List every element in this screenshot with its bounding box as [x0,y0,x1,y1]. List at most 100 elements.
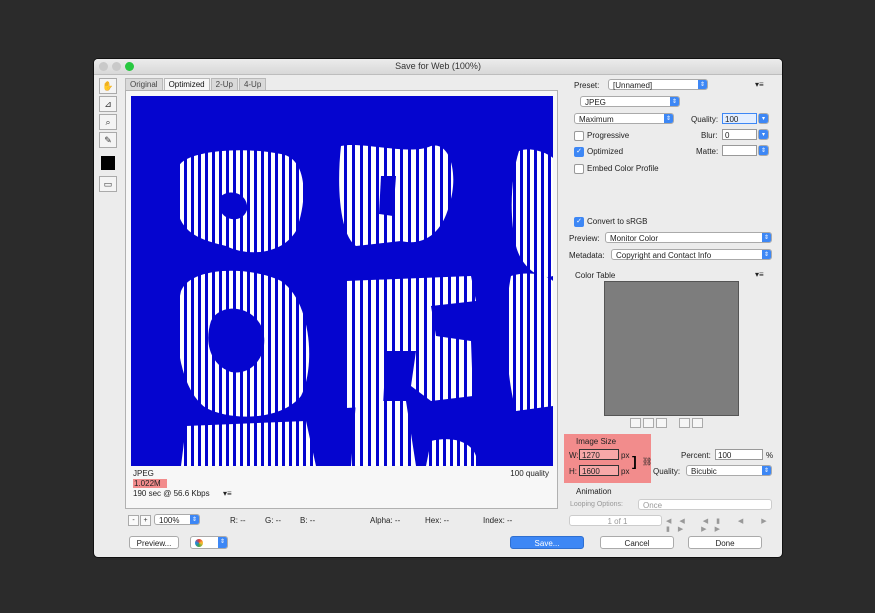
info-download-time: 190 sec @ 56.6 Kbps [133,489,210,498]
frame-counter: 1 of 1 [569,515,662,526]
format-value: JPEG [585,98,606,107]
web-snap-icon[interactable] [656,418,667,428]
progressive-label: Progressive [587,131,630,140]
preset-label: Preset: [574,81,600,90]
hand-tool-icon[interactable]: ✋ [99,78,117,94]
chevron-updown-icon: ⇕ [762,233,771,242]
save-button[interactable]: Save... [510,536,584,549]
constrain-proportions-bracket-icon: ] [632,453,637,469]
lock-color-icon[interactable] [643,418,654,428]
chevron-down-icon: ⇕ [759,146,768,155]
resample-quality-label: Quality: [653,467,681,476]
image-size-title: Image Size [576,437,617,446]
map-color-icon[interactable] [630,418,641,428]
eyedropper-tool-icon[interactable]: ✎ [99,132,117,148]
embed-color-profile-checkbox[interactable] [574,164,584,174]
chevron-updown-icon: ⇕ [218,537,227,548]
chevron-down-icon: ▾ [759,130,768,139]
zoom-out-icon[interactable]: - [128,515,139,526]
matte-color-field[interactable] [722,145,757,156]
index-readout: Index: -- [483,516,513,525]
status-bar: - + 100% ⇕ R: -- G: -- B: -- Alpha: -- He… [125,514,565,528]
browser-preview-select[interactable]: ⇕ [190,536,228,549]
convert-srgb-label: Convert to sRGB [587,217,648,226]
cancel-button[interactable]: Cancel [600,536,674,549]
zoom-level-value: 100% [159,516,180,525]
zoom-in-icon[interactable]: + [140,515,151,526]
width-unit: px [621,451,630,460]
tab-4-up[interactable]: 4-Up [238,78,267,90]
chevron-updown-icon: ⇕ [670,97,679,106]
animation-controls[interactable]: ◀◀ ◀▮ ◀ ▶ ▮▶ ▶▶ [666,517,782,533]
width-label: W: [569,451,579,460]
browser-icon [195,539,203,547]
color-table-toolbar [630,418,705,430]
looping-options-value: Once [643,501,663,510]
blur-slider-toggle[interactable]: ▾ [758,129,769,140]
blur-field[interactable]: 0 [722,129,757,140]
preview-image[interactable] [131,96,553,466]
trash-icon[interactable] [692,418,703,428]
preview-select[interactable]: Monitor Color ⇕ [605,232,772,243]
quality-slider-toggle[interactable]: ▾ [758,113,769,124]
matte-select[interactable]: ⇕ [758,145,769,156]
preset-menu-icon[interactable]: ▾≡ [755,80,764,89]
optimized-preview-pane: JPEG 1.022M 190 sec @ 56.6 Kbps ▾≡ 100 q… [125,90,558,509]
zoom-level-select[interactable]: 100% ⇕ [154,514,200,525]
quality-field[interactable]: 100 [722,113,757,124]
tab-2-up[interactable]: 2-Up [210,78,238,90]
preview-button[interactable]: Preview... [129,536,179,549]
width-field[interactable]: 1270 [579,449,619,460]
info-file-size: 1.022M [133,479,167,488]
alpha-readout: Alpha: -- [370,516,401,525]
eyedropper-color-swatch[interactable] [101,156,115,170]
striped-lettering-artwork [177,144,553,466]
looping-options-select[interactable]: Once [638,499,772,510]
metadata-label: Metadata: [569,251,605,260]
embed-color-profile-label: Embed Color Profile [587,164,659,173]
save-for-web-dialog: Save for Web (100%) ✋ ⊿ ⌕ ✎ ▭ Original Op… [94,59,782,557]
optimized-label: Optimized [587,147,624,156]
percent-unit: % [766,451,774,460]
height-field[interactable]: 1600 [579,465,619,476]
link-icon[interactable]: ⛓ [642,457,652,466]
slice-select-tool-icon[interactable]: ⊿ [99,96,117,112]
convert-srgb-checkbox[interactable]: ✓ [574,217,584,227]
preset-select[interactable]: [Unnamed] ⇕ [608,79,708,90]
preview-label: Preview: [569,234,600,243]
metadata-value: Copyright and Contact Info [616,251,712,260]
tab-original[interactable]: Original [125,78,163,90]
chevron-down-icon: ▾ [759,114,768,123]
height-label: H: [569,467,577,476]
format-select[interactable]: JPEG ⇕ [580,96,680,107]
quality-label: Quality: [691,115,719,124]
percent-label: Percent: [681,451,711,460]
preset-value: [Unnamed] [613,81,653,90]
done-button[interactable]: Done [688,536,762,549]
chevron-updown-icon: ⇕ [762,250,771,259]
green-readout: G: -- [265,516,281,525]
view-tabs: Original Optimized 2-Up 4-Up [125,78,267,90]
info-quality: 100 quality [510,469,549,478]
progressive-checkbox[interactable] [574,131,584,141]
resample-quality-select[interactable]: Bicubic ⇕ [686,465,772,476]
compression-value: Maximum [579,115,614,124]
resample-quality-value: Bicubic [691,467,717,476]
download-speed-menu-icon[interactable]: ▾≡ [223,489,232,498]
percent-field[interactable]: 100 [715,449,763,460]
chevron-updown-icon: ⇕ [698,80,707,89]
optimized-checkbox[interactable]: ✓ [574,147,584,157]
new-color-icon[interactable] [679,418,690,428]
zoom-tool-icon[interactable]: ⌕ [99,114,117,130]
compression-select[interactable]: Maximum ⇕ [574,113,674,124]
toggle-slices-icon[interactable]: ▭ [99,176,117,192]
chevron-updown-icon: ⇕ [190,515,199,524]
tab-optimized[interactable]: Optimized [163,78,210,90]
info-format: JPEG [133,469,154,478]
blue-readout: B: -- [300,516,316,525]
chevron-updown-icon: ⇕ [762,466,771,475]
metadata-select[interactable]: Copyright and Contact Info ⇕ [611,249,772,260]
color-table[interactable] [604,281,739,416]
color-table-menu-icon[interactable]: ▾≡ [755,270,764,279]
matte-label: Matte: [696,147,719,156]
